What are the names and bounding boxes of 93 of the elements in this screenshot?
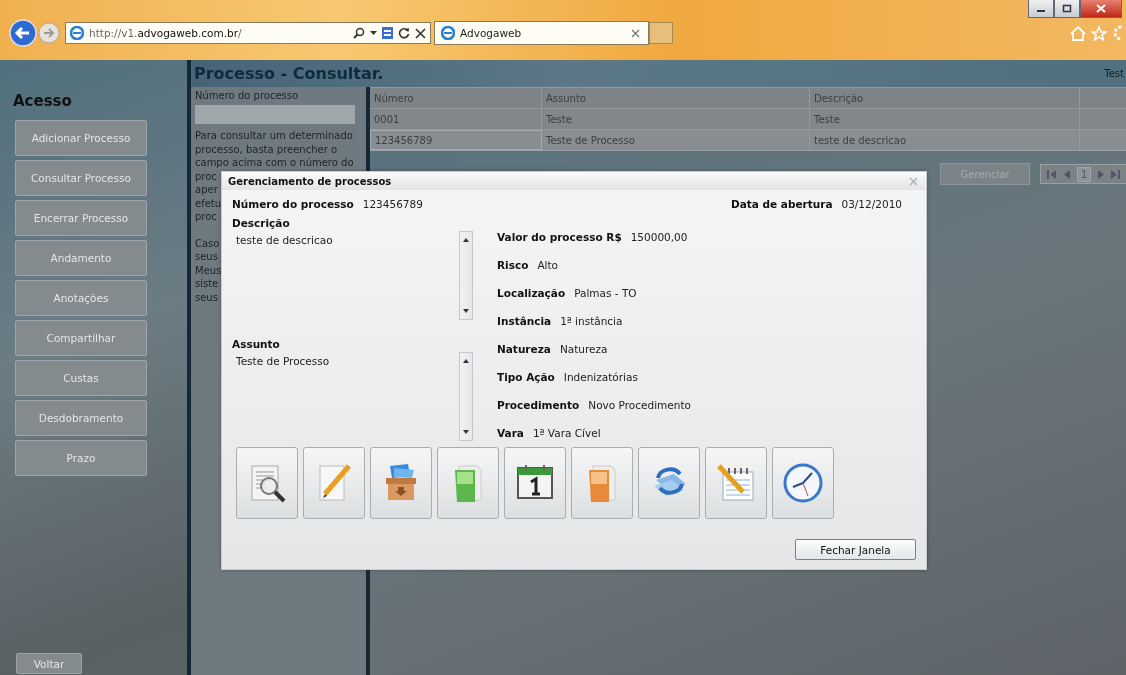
star-icon[interactable] xyxy=(1091,25,1107,41)
caret-icon[interactable] xyxy=(370,30,377,36)
maximize-icon[interactable] xyxy=(1054,0,1080,18)
table-row[interactable]: 123456789 Teste de Processo teste de descricao xyxy=(370,129,1126,150)
help-text: Para consultar um determinado xyxy=(195,129,353,143)
sidebar-button[interactable]: Adicionar Processo xyxy=(15,120,147,156)
sidebar-button[interactable]: Desdobramento xyxy=(15,400,147,436)
sidebar-button[interactable]: Prazo xyxy=(15,440,147,476)
field-value: Natureza xyxy=(559,342,608,355)
back-icon[interactable] xyxy=(9,19,37,47)
new-tab-button[interactable] xyxy=(649,22,673,44)
field-value: 150000,00 xyxy=(630,230,688,243)
toolbar-button[interactable] xyxy=(504,447,566,519)
sidebar-button[interactable]: Anotações xyxy=(15,280,147,316)
column-header[interactable]: Descrição xyxy=(810,88,1080,108)
field-label: Risco xyxy=(497,258,529,271)
field-value: Novo Procedimento xyxy=(588,398,691,411)
help-text: proc xyxy=(195,169,217,183)
address-bar[interactable]: http://v1.advogaweb.com.br/ xyxy=(65,22,431,44)
toolbar-button[interactable] xyxy=(638,447,700,519)
field-label: Localização xyxy=(497,286,566,299)
close-icon[interactable] xyxy=(1080,0,1122,18)
user-name: Test xyxy=(1104,68,1124,79)
field-value: 03/12/2010 xyxy=(841,198,902,210)
search-icon[interactable] xyxy=(353,27,365,39)
text-area[interactable]: Teste de Processo xyxy=(232,352,473,441)
field-value: 123456789 xyxy=(362,198,423,210)
field-value: Indenizatórias xyxy=(563,370,638,383)
field-label: Procedimento xyxy=(497,398,580,411)
next-page-icon[interactable] xyxy=(1098,169,1105,179)
field-label: Tipo Ação xyxy=(497,370,555,383)
previous-page-icon[interactable] xyxy=(1064,169,1070,179)
field-value: Alto xyxy=(537,258,559,271)
sidebar-button[interactable]: Custas xyxy=(15,360,147,396)
column-header[interactable]: Número xyxy=(370,88,542,108)
field-label: Data de abertura xyxy=(730,198,833,210)
text-area[interactable]: teste de descricao xyxy=(232,231,473,320)
field-label: Assunto xyxy=(232,338,281,350)
help-text: proc xyxy=(195,210,217,224)
scroll-down-icon[interactable] xyxy=(463,309,469,313)
column-header[interactable]: Assunto xyxy=(542,88,810,108)
refresh-icon[interactable] xyxy=(398,27,410,39)
field-label: Instância xyxy=(497,314,552,327)
help-text: seus xyxy=(195,290,218,304)
toolbar-button[interactable] xyxy=(370,447,432,519)
browser-tab[interactable]: Advogaweb xyxy=(434,21,649,45)
field-label: Natureza xyxy=(497,342,551,355)
first-page-icon[interactable] xyxy=(1047,169,1057,179)
close-window-button[interactable]: Fechar Janela xyxy=(795,539,916,560)
help-text: siste xyxy=(195,277,219,291)
stop-icon[interactable] xyxy=(415,27,426,39)
field-value: 1ª Vara Cível xyxy=(532,426,601,439)
back-button[interactable]: Voltar xyxy=(16,653,82,674)
help-text: campo acima com o número do xyxy=(195,156,354,170)
table-cell: teste de descricao xyxy=(810,130,1080,150)
url-text: http://v1.advogaweb.com.br/ xyxy=(89,27,242,39)
sidebar-button[interactable]: Andamento xyxy=(15,240,147,276)
table-cell: Teste de Processo xyxy=(542,130,810,150)
sidebar-button[interactable]: Consultar Processo xyxy=(15,160,147,196)
scroll-up-icon[interactable] xyxy=(463,359,469,363)
field-label: Vara xyxy=(497,426,524,439)
field-value: Palmas - TO xyxy=(574,286,637,299)
page-number[interactable]: 1 xyxy=(1077,166,1092,182)
help-text: Caso xyxy=(195,236,220,250)
scroll-down-icon[interactable] xyxy=(463,430,469,434)
help-text: Meus xyxy=(195,263,222,277)
minimize-icon[interactable] xyxy=(1028,0,1054,18)
table-cell: 123456789 xyxy=(370,130,542,150)
dialog-title: Gerenciamento de processos xyxy=(228,175,392,187)
field-label: Descrição xyxy=(232,217,291,229)
sidebar-button[interactable]: Compartilhar xyxy=(15,320,147,356)
scroll-up-icon[interactable] xyxy=(463,238,469,242)
sidebar-title: Acesso xyxy=(13,92,73,110)
field-label: Valor do processo R$ xyxy=(497,230,622,243)
forward-icon[interactable] xyxy=(38,22,60,44)
tab-title: Advogaweb xyxy=(460,27,522,39)
sidebar-button[interactable]: Encerrar Processo xyxy=(15,200,147,236)
field-label: Número do processo xyxy=(232,198,354,210)
scrollbar[interactable] xyxy=(459,352,473,441)
help-text: processo, basta preencher o xyxy=(195,142,338,156)
close-icon[interactable] xyxy=(631,28,640,38)
page-title: Processo - Consultar. xyxy=(194,64,384,83)
help-text: seus xyxy=(195,250,218,264)
last-page-icon[interactable] xyxy=(1111,169,1122,179)
toolbar-button[interactable] xyxy=(236,447,298,519)
input-field[interactable] xyxy=(195,105,355,124)
scrollbar[interactable] xyxy=(459,231,473,320)
field-label: Número do processo xyxy=(195,90,300,101)
help-text: aper xyxy=(195,183,218,197)
compatibility-icon[interactable] xyxy=(382,27,393,39)
field-value: 1ª instância xyxy=(560,314,623,327)
toolbar-button[interactable] xyxy=(772,447,834,519)
help-text: efetu xyxy=(195,196,222,210)
